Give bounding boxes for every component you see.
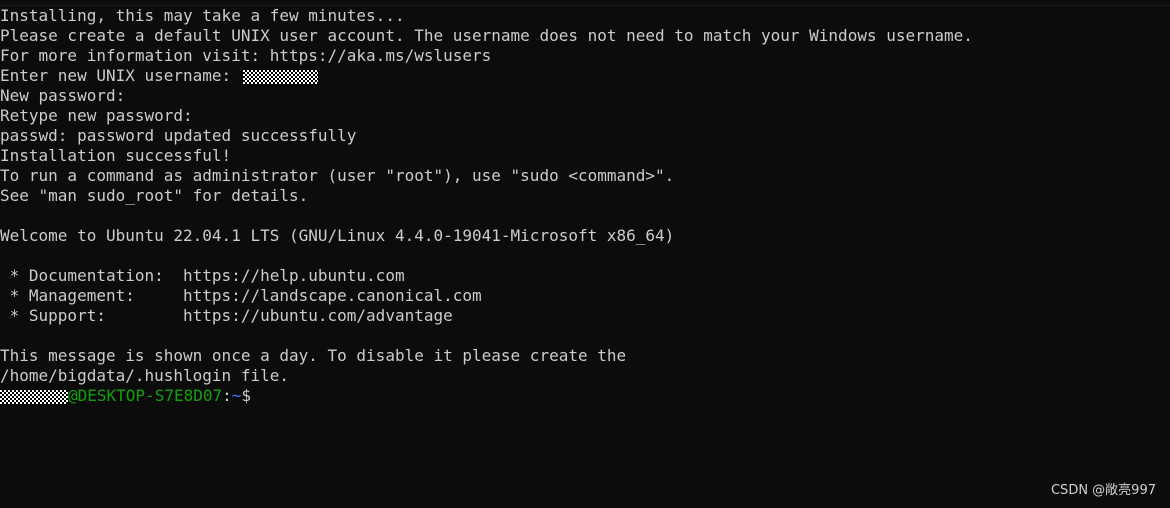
terminal-line-message-once: This message is shown once a day. To dis…: [0, 346, 627, 365]
username-prompt-label: Enter new UNIX username:: [0, 66, 241, 85]
terminal-line-man-sudo: See "man sudo_root" for details.: [0, 186, 309, 205]
terminal-line-new-password: New password:: [0, 86, 126, 105]
terminal-line-installing: Installing, this may take a few minutes.…: [0, 6, 405, 25]
prompt-separator: :: [222, 386, 232, 405]
terminal-line-documentation: * Documentation: https://help.ubuntu.com: [0, 266, 405, 285]
prompt-sign: $: [241, 386, 252, 405]
terminal-line-support: * Support: https://ubuntu.com/advantage: [0, 306, 453, 325]
terminal-window[interactable]: Installing, this may take a few minutes.…: [0, 5, 1170, 508]
prompt-host: @DESKTOP-S7E8D07: [68, 386, 223, 405]
terminal-line-welcome: Welcome to Ubuntu 22.04.1 LTS (GNU/Linux…: [0, 226, 675, 245]
redacted-username-mask: [242, 69, 318, 84]
terminal-line-management: * Management: https://landscape.canonica…: [0, 286, 482, 305]
terminal-line-passwd-updated: passwd: password updated successfully: [0, 126, 357, 145]
prompt-path: ~: [231, 386, 242, 405]
terminal-line-retype-password: Retype new password:: [0, 106, 193, 125]
terminal-line-more-info: For more information visit: https://aka.…: [0, 46, 492, 65]
terminal-line-enter-username: Enter new UNIX username:: [0, 66, 318, 86]
csdn-watermark: CSDN @敞亮997: [1050, 483, 1156, 498]
terminal-line-hushlogin: /home/bigdata/.hushlogin file.: [0, 366, 289, 385]
redacted-prompt-user-mask: [0, 389, 68, 404]
shell-prompt[interactable]: @DESKTOP-S7E8D07:~$: [0, 386, 251, 406]
terminal-line-install-success: Installation successful!: [0, 146, 232, 165]
terminal-line-sudo-hint: To run a command as administrator (user …: [0, 166, 675, 185]
terminal-line-create-account: Please create a default UNIX user accoun…: [0, 26, 973, 45]
